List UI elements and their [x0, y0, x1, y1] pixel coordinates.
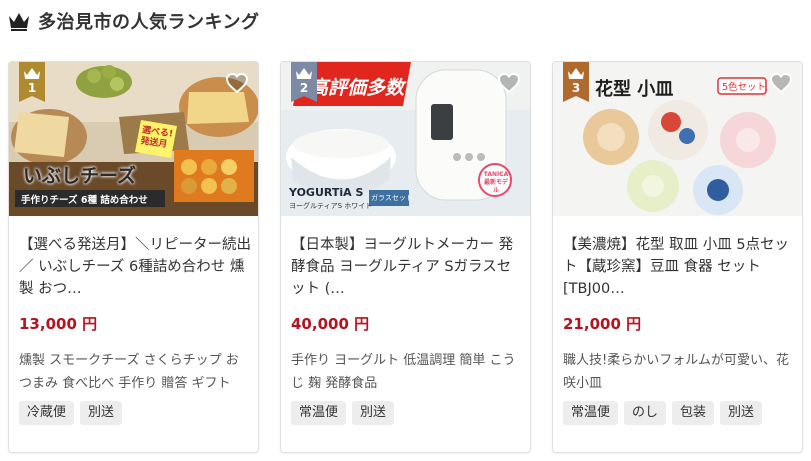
tag-list-3: 常温便 のし 包装 別送 — [563, 401, 763, 425]
image-main-text-3: 花型 小皿 — [595, 79, 674, 100]
ranking-card-3[interactable]: 花型 小皿 5色セット 3 【美濃焼】花型 取皿 小皿 5点セット【蔵珍窯】豆皿… — [552, 61, 803, 453]
product-title-1[interactable]: 【選べる発送月】＼リピーター続出／ いぶしチーズ 6種詰め合わせ 燻製 おつ… — [19, 234, 251, 300]
favorite-button-2[interactable] — [496, 70, 522, 96]
ranking-list: 選べる!発送月 いぶしチーズ 手作りチーズ 6種 詰め合わせ 1 【選べる発送月… — [8, 61, 803, 453]
product-title-3[interactable]: 【美濃焼】花型 取皿 小皿 5点セット【蔵珍窯】豆皿 食器 セット [TBJ00… — [563, 234, 795, 300]
rank-badge-2: 2 — [291, 62, 317, 102]
page-title: 多治見市の人気ランキング — [38, 12, 260, 33]
product-image-2[interactable]: 高評価多数 YOGURTiA S ヨーグルティアS ホワイト ガラスセット TA… — [281, 62, 530, 216]
product-description-1: 燻製 スモークチーズ さくらチップ おつまみ 食べ比べ 手作り 贈答 ギフト — [19, 353, 239, 391]
favorite-button-3[interactable] — [768, 70, 794, 96]
tag-shipping: 冷蔵便 — [19, 401, 75, 425]
product-image-3[interactable]: 花型 小皿 5色セット — [553, 62, 802, 216]
image-main-text-1: いぶしチーズ — [23, 165, 137, 187]
ranking-header: 多治見市の人気ランキング — [8, 6, 259, 36]
tag-separate: 別送 — [352, 401, 395, 425]
image-banner-text-1: 手作りチーズ 6種 詰め合わせ — [21, 195, 148, 206]
image-badge-text-2: TANICA 最新モデル — [483, 171, 509, 194]
tag-list-1: 冷蔵便 別送 — [19, 401, 123, 425]
image-brand-text-2: YOGURTiA S — [289, 186, 364, 199]
rank-number-3: 3 — [571, 81, 581, 95]
tag-list-2: 常温便 別送 — [291, 401, 395, 425]
tag-wrapping: 包装 — [672, 401, 715, 425]
image-sub-text-2: ヨーグルティアS ホワイト — [289, 202, 373, 210]
rank-badge-3: 3 — [563, 62, 589, 102]
heart-icon — [225, 72, 249, 94]
rank-badge-1: 1 — [19, 62, 45, 102]
image-glass-text-2: ガラスセット — [371, 194, 413, 202]
heart-icon — [497, 72, 521, 94]
product-description-3: 職人技!柔らかいフォルムが可愛い、花咲小皿 — [563, 353, 789, 391]
ranking-card-1[interactable]: 選べる!発送月 いぶしチーズ 手作りチーズ 6種 詰め合わせ 1 【選べる発送月… — [8, 61, 259, 453]
product-price-3: 21,000 円 — [563, 315, 642, 333]
product-title-2[interactable]: 【日本製】ヨーグルトメーカー 発酵食品 ヨーグルティア Sガラスセット (… — [291, 234, 523, 300]
tag-shipping: 常温便 — [563, 401, 619, 425]
product-price-1: 13,000 円 — [19, 315, 98, 333]
favorite-button-1[interactable] — [224, 70, 250, 96]
heart-icon — [769, 72, 793, 94]
product-image-1[interactable]: 選べる!発送月 いぶしチーズ 手作りチーズ 6種 詰め合わせ — [9, 62, 258, 216]
tag-separate: 別送 — [80, 401, 123, 425]
tag-shipping: 常温便 — [291, 401, 347, 425]
crown-icon — [8, 11, 30, 31]
image-badge-text-3: 5色セット — [722, 82, 767, 93]
product-description-2: 手作り ヨーグルト 低温調理 簡単 こうじ 麹 発酵食品 — [291, 353, 516, 391]
product-price-2: 40,000 円 — [291, 315, 370, 333]
tag-separate: 別送 — [720, 401, 763, 425]
rank-number-2: 2 — [299, 81, 309, 95]
tag-noshi: のし — [624, 401, 667, 425]
rank-number-1: 1 — [27, 81, 37, 95]
ranking-card-2[interactable]: 高評価多数 YOGURTiA S ヨーグルティアS ホワイト ガラスセット TA… — [280, 61, 531, 453]
image-main-text-2: 高評価多数 — [309, 77, 405, 99]
